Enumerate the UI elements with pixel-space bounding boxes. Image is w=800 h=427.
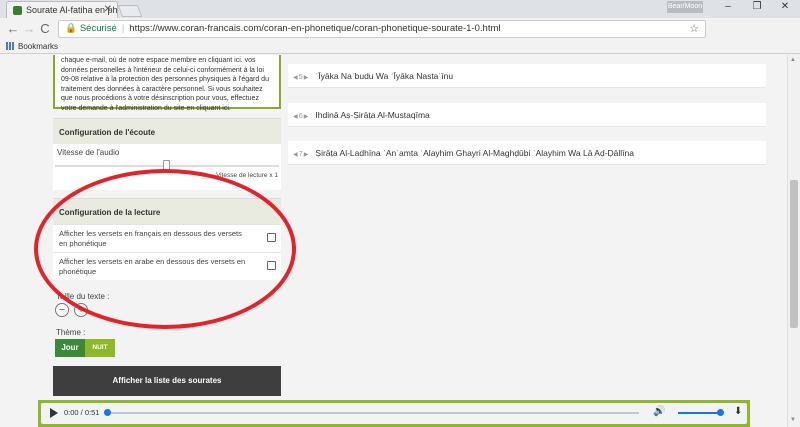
scroll-down-icon[interactable]: ▼ — [790, 417, 796, 423]
audio-progress-handle[interactable] — [104, 409, 111, 416]
bookmarks-label[interactable]: Bookmarks — [18, 42, 58, 51]
red-annotation-ellipse — [34, 169, 296, 329]
apps-grid-icon[interactable] — [6, 42, 14, 50]
page-viewport: chaque e-mail, où de notre espace membre… — [0, 55, 787, 427]
browser-tab[interactable]: Sourate Al-fatiha en phc ✕ — [6, 1, 118, 18]
address-separator: | — [121, 23, 125, 34]
verse-item[interactable]: ◀7▶ Ṣirāṭa Al-Ladhīna ʾAnʿamta ʿAlayhim G… — [288, 141, 766, 165]
browser-tab-strip: Sourate Al-fatiha en phc ✕ Bear/Moon – ❐… — [0, 0, 800, 18]
back-arrow-icon[interactable]: ← — [5, 21, 21, 36]
audio-player: 0:00 / 0:51 🔊 ⬇ — [41, 403, 747, 424]
bookmark-star-icon[interactable]: ☆ — [689, 21, 699, 37]
verse-number: ◀6▶ — [293, 111, 309, 120]
verse-text: ʾĪyāka Naʿbudu Wa ʾĪyāka Nastaʿīnu — [315, 71, 454, 81]
theme-day-button[interactable]: Jour — [55, 339, 85, 357]
theme-night-button[interactable]: NUIT — [85, 339, 115, 357]
profile-badge[interactable]: Bear/Moon — [667, 1, 703, 13]
volume-icon[interactable]: 🔊 — [653, 406, 665, 417]
audio-speed-label: Vitesse de l'audio — [57, 148, 120, 157]
scroll-up-icon[interactable]: ▲ — [790, 57, 796, 63]
bookmarks-bar: Bookmarks — [0, 40, 800, 54]
verse-item[interactable]: ◀5▶ ʾĪyāka Naʿbudu Wa ʾĪyāka Nastaʿīnu — [288, 64, 766, 88]
forward-arrow-icon[interactable]: → — [21, 21, 37, 36]
listen-config-header: Configuration de l'écoute — [53, 118, 281, 144]
decrease-text-size-button[interactable]: − — [55, 303, 69, 317]
site-favicon-icon — [13, 6, 22, 15]
window-close-icon[interactable]: ✕ — [771, 1, 799, 12]
verse-text: Ihdinā Aṣ-Ṣirāṭa Al-Mustaqīma — [315, 110, 430, 120]
lock-icon: 🔒 — [65, 23, 77, 34]
verse-list: ◀5▶ ʾĪyāka Naʿbudu Wa ʾĪyāka Nastaʿīnu ◀6… — [281, 55, 766, 427]
play-icon[interactable] — [50, 408, 58, 418]
verse-text: Ṣirāṭa Al-Ladhīna ʾAnʿamta ʿAlayhim Ghay… — [315, 148, 634, 158]
theme-label: Thème : — [56, 328, 86, 337]
download-icon[interactable]: ⬇ — [734, 406, 742, 417]
audio-progress-track[interactable] — [106, 412, 639, 414]
audio-time: 0:00 / 0:51 — [64, 408, 100, 417]
tab-close-icon[interactable]: ✕ — [104, 4, 112, 15]
address-bar[interactable]: 🔒 Sécurisé | https://www.coran-francais.com… — [58, 20, 706, 38]
verse-item[interactable]: ◀6▶ Ihdinā Aṣ-Ṣirāṭa Al-Mustaqīma — [288, 103, 766, 127]
url-text: https://www.coran-francais.com/coran-en-… — [129, 23, 501, 34]
scrollbar-thumb[interactable] — [790, 180, 798, 328]
minimize-icon[interactable]: – — [714, 1, 742, 12]
verse-number: ◀5▶ — [293, 72, 309, 81]
show-surah-list-button[interactable]: Afficher la liste des sourates — [53, 366, 281, 396]
gdpr-notice: chaque e-mail, où de notre espace membre… — [53, 55, 281, 112]
maximize-icon[interactable]: ❐ — [743, 1, 771, 12]
verse-number: ◀7▶ — [293, 149, 309, 158]
audio-player-frame: 0:00 / 0:51 🔊 ⬇ — [38, 400, 750, 427]
reload-icon[interactable]: C — [37, 21, 53, 36]
secure-label: Sécurisé — [79, 23, 117, 34]
volume-slider-handle[interactable] — [717, 409, 724, 416]
volume-slider-track[interactable] — [678, 412, 720, 414]
page-scrollbar[interactable]: ▲ ▼ — [787, 55, 800, 427]
browser-toolbar: ← → C 🔒 Sécurisé | https://www.coran-franca… — [0, 18, 800, 52]
new-tab-button[interactable] — [117, 5, 143, 17]
